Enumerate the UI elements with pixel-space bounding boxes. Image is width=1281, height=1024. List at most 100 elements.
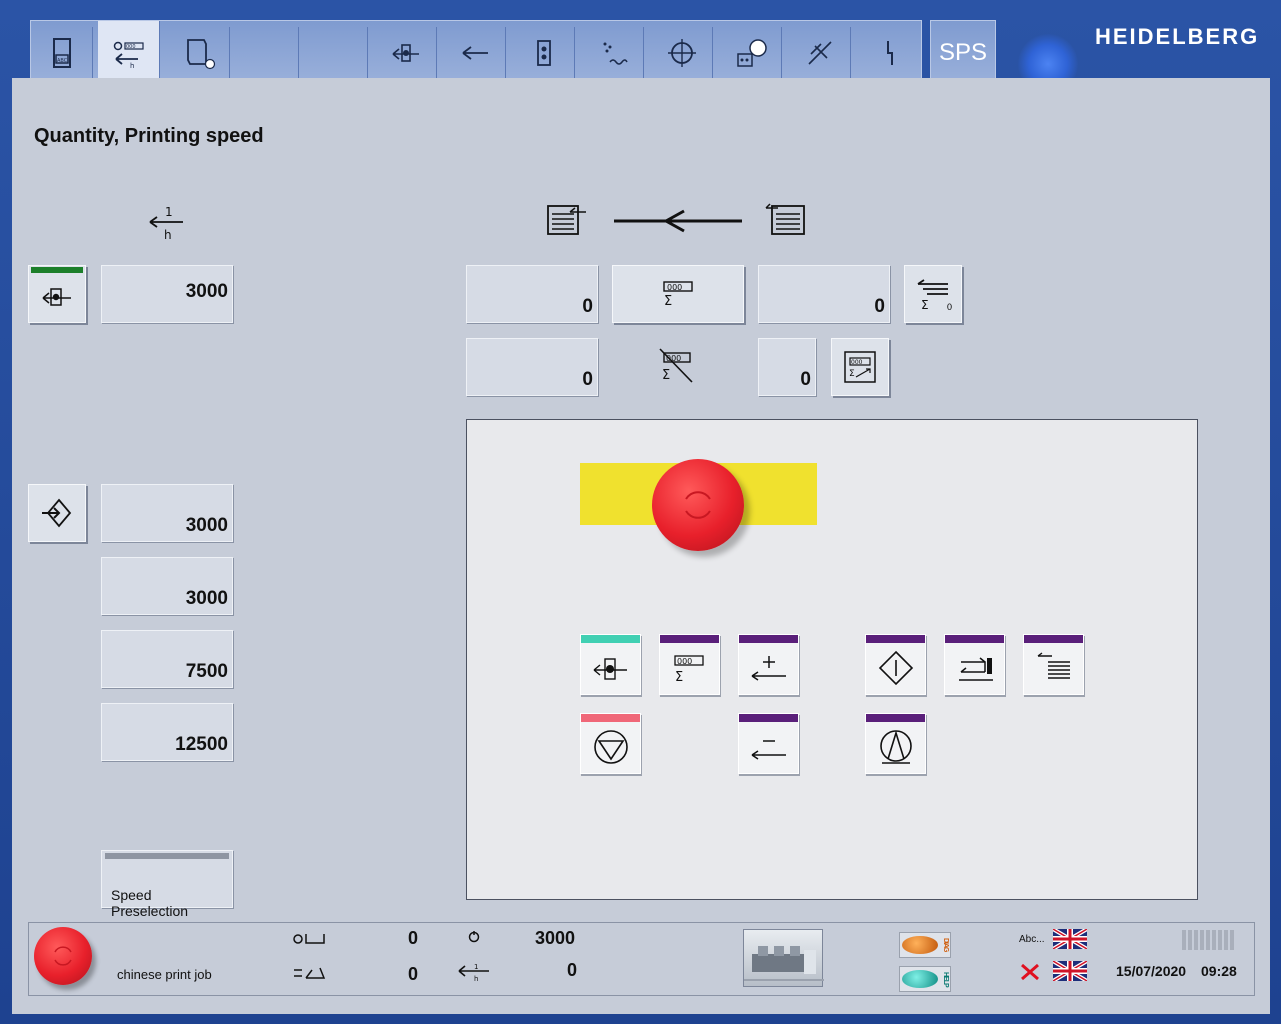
print-on-button[interactable] bbox=[865, 634, 926, 695]
feeder-icon[interactable] bbox=[375, 27, 437, 79]
feeder-on-button[interactable] bbox=[28, 265, 86, 323]
feeder-pile-button[interactable] bbox=[1023, 634, 1084, 695]
svg-text:h: h bbox=[474, 975, 478, 982]
svg-text:Σ: Σ bbox=[849, 369, 855, 379]
register-icon[interactable] bbox=[513, 27, 575, 79]
diag-led-icon bbox=[902, 936, 938, 954]
speed-preset-4[interactable]: 12500 bbox=[101, 703, 233, 761]
status-stop-indicator[interactable] bbox=[34, 927, 92, 985]
delivery-arrow-icon[interactable] bbox=[444, 27, 506, 79]
feeder-pile-icon bbox=[764, 200, 808, 243]
speed-bottom-value: 0 bbox=[567, 960, 578, 980]
rotate-arrow-icon bbox=[685, 491, 711, 519]
reset-badge: 0 bbox=[946, 302, 952, 312]
delivery-total-field[interactable]: 0 bbox=[466, 265, 598, 323]
uk-flag-icon[interactable] bbox=[1053, 929, 1087, 949]
print-on-icon bbox=[878, 650, 913, 685]
press-thumbnail[interactable] bbox=[743, 929, 824, 987]
speed-preset-2[interactable]: 3000 bbox=[101, 557, 233, 615]
delivery-cycle-icon bbox=[958, 656, 993, 681]
svg-text:h: h bbox=[130, 62, 134, 70]
signal-bars-icon bbox=[1182, 930, 1234, 950]
reset-total-button[interactable]: Σ 0 bbox=[904, 265, 962, 323]
svg-text:000: 000 bbox=[126, 44, 136, 50]
svg-text:1: 1 bbox=[165, 205, 173, 219]
dampening-icon[interactable] bbox=[582, 27, 644, 79]
date-display: 15/07/2020 bbox=[1116, 963, 1187, 979]
feeder-active-indicator bbox=[31, 267, 83, 273]
language-label: Abc... bbox=[1019, 934, 1045, 945]
speed-preset-3[interactable]: 7500 bbox=[101, 630, 233, 688]
help-label: HELP bbox=[942, 971, 949, 987]
speed-increase-button[interactable] bbox=[738, 634, 799, 695]
blank-tab-2[interactable] bbox=[306, 27, 368, 79]
svg-text:Σ: Σ bbox=[675, 670, 683, 685]
svg-text:000: 000 bbox=[677, 657, 692, 666]
machine-counter-icon bbox=[457, 928, 491, 955]
sum-counter-icon: 000 Σ bbox=[663, 281, 693, 309]
press-control-panel bbox=[466, 419, 1198, 900]
power-icon[interactable] bbox=[858, 27, 920, 79]
feeder-icon bbox=[593, 657, 627, 680]
flow-arrow-icon bbox=[612, 208, 744, 239]
time-display: 09:28 bbox=[1201, 963, 1237, 979]
waste-sheet-icon bbox=[292, 962, 326, 989]
page-title: Quantity, Printing speed bbox=[34, 125, 264, 147]
svg-text:ABC: ABC bbox=[57, 58, 68, 64]
svg-text:000: 000 bbox=[667, 283, 682, 292]
ink-palette-icon[interactable] bbox=[720, 27, 782, 79]
speed-decrease-button[interactable] bbox=[738, 713, 799, 774]
total-counter-button[interactable]: 000 Σ bbox=[612, 265, 744, 323]
waste-counter-icon: 000 Σ bbox=[656, 345, 696, 390]
delivery-pile-icon bbox=[544, 200, 588, 243]
start-icon bbox=[879, 729, 912, 764]
reset-waste-icon: 000 Σ bbox=[844, 351, 876, 383]
svg-text:Σ: Σ bbox=[921, 298, 929, 312]
main-toolbar: ABC 000 h bbox=[30, 20, 922, 87]
svg-text:1: 1 bbox=[474, 963, 478, 971]
blank-tab-1[interactable] bbox=[237, 27, 299, 79]
sps-button[interactable]: SPS bbox=[930, 20, 996, 86]
feeder-icon bbox=[42, 288, 71, 306]
emergency-stop-button[interactable] bbox=[652, 459, 744, 551]
help-led-icon bbox=[902, 970, 938, 988]
reset-waste-button[interactable]: 000 Σ bbox=[831, 338, 889, 396]
svg-text:000: 000 bbox=[851, 359, 863, 366]
close-language-icon[interactable] bbox=[1019, 962, 1041, 982]
waste-feeder-field[interactable]: 0 bbox=[758, 338, 816, 396]
speed-preselection-button[interactable]: Speed Preselection bbox=[101, 850, 233, 919]
current-speed-field[interactable]: 3000 bbox=[101, 265, 233, 323]
speed-per-hour-icon: 1h bbox=[457, 960, 491, 987]
abc-display-icon[interactable]: ABC bbox=[31, 27, 93, 79]
help-button[interactable]: HELP bbox=[899, 966, 951, 992]
uk-flag-secondary-icon[interactable] bbox=[1053, 961, 1087, 981]
printing-press-icon bbox=[744, 946, 824, 981]
svg-text:Σ: Σ bbox=[662, 368, 670, 383]
counter-on-icon bbox=[292, 928, 326, 955]
waste-delivery-field[interactable]: 0 bbox=[466, 338, 598, 396]
brand-logo: HEIDELBERG bbox=[1095, 24, 1260, 49]
speed-top-value: 3000 bbox=[535, 928, 576, 948]
rotate-arrow-icon bbox=[54, 946, 72, 966]
apply-arrow-icon bbox=[42, 498, 72, 528]
speed-apply-button[interactable] bbox=[28, 484, 86, 542]
job-name: chinese print job bbox=[117, 967, 212, 982]
wash-icon[interactable] bbox=[789, 27, 851, 79]
diagnostics-button[interactable]: DIAG bbox=[899, 932, 951, 958]
delivery-on-button[interactable] bbox=[944, 634, 1005, 695]
feeder-total-field[interactable]: 0 bbox=[758, 265, 890, 323]
minus-speed-icon bbox=[751, 739, 786, 760]
counter-press-button[interactable]: 000 Σ bbox=[659, 634, 720, 695]
stop-triangle-icon bbox=[593, 729, 628, 764]
feeder-on-press-button[interactable] bbox=[580, 634, 641, 695]
reset-sum-icon: Σ bbox=[917, 279, 948, 312]
feeder-pile-icon bbox=[1037, 651, 1070, 679]
machine-start-button[interactable] bbox=[865, 713, 926, 774]
svg-text:Σ: Σ bbox=[664, 294, 672, 309]
stop-press-button[interactable] bbox=[580, 713, 641, 774]
speed-preset-1[interactable]: 3000 bbox=[101, 484, 233, 542]
print-unit-icon[interactable] bbox=[651, 27, 713, 79]
job-document-icon[interactable] bbox=[168, 27, 230, 79]
diag-label: DIAG bbox=[942, 938, 949, 952]
sum-counter-icon: 000 Σ bbox=[673, 654, 704, 685]
